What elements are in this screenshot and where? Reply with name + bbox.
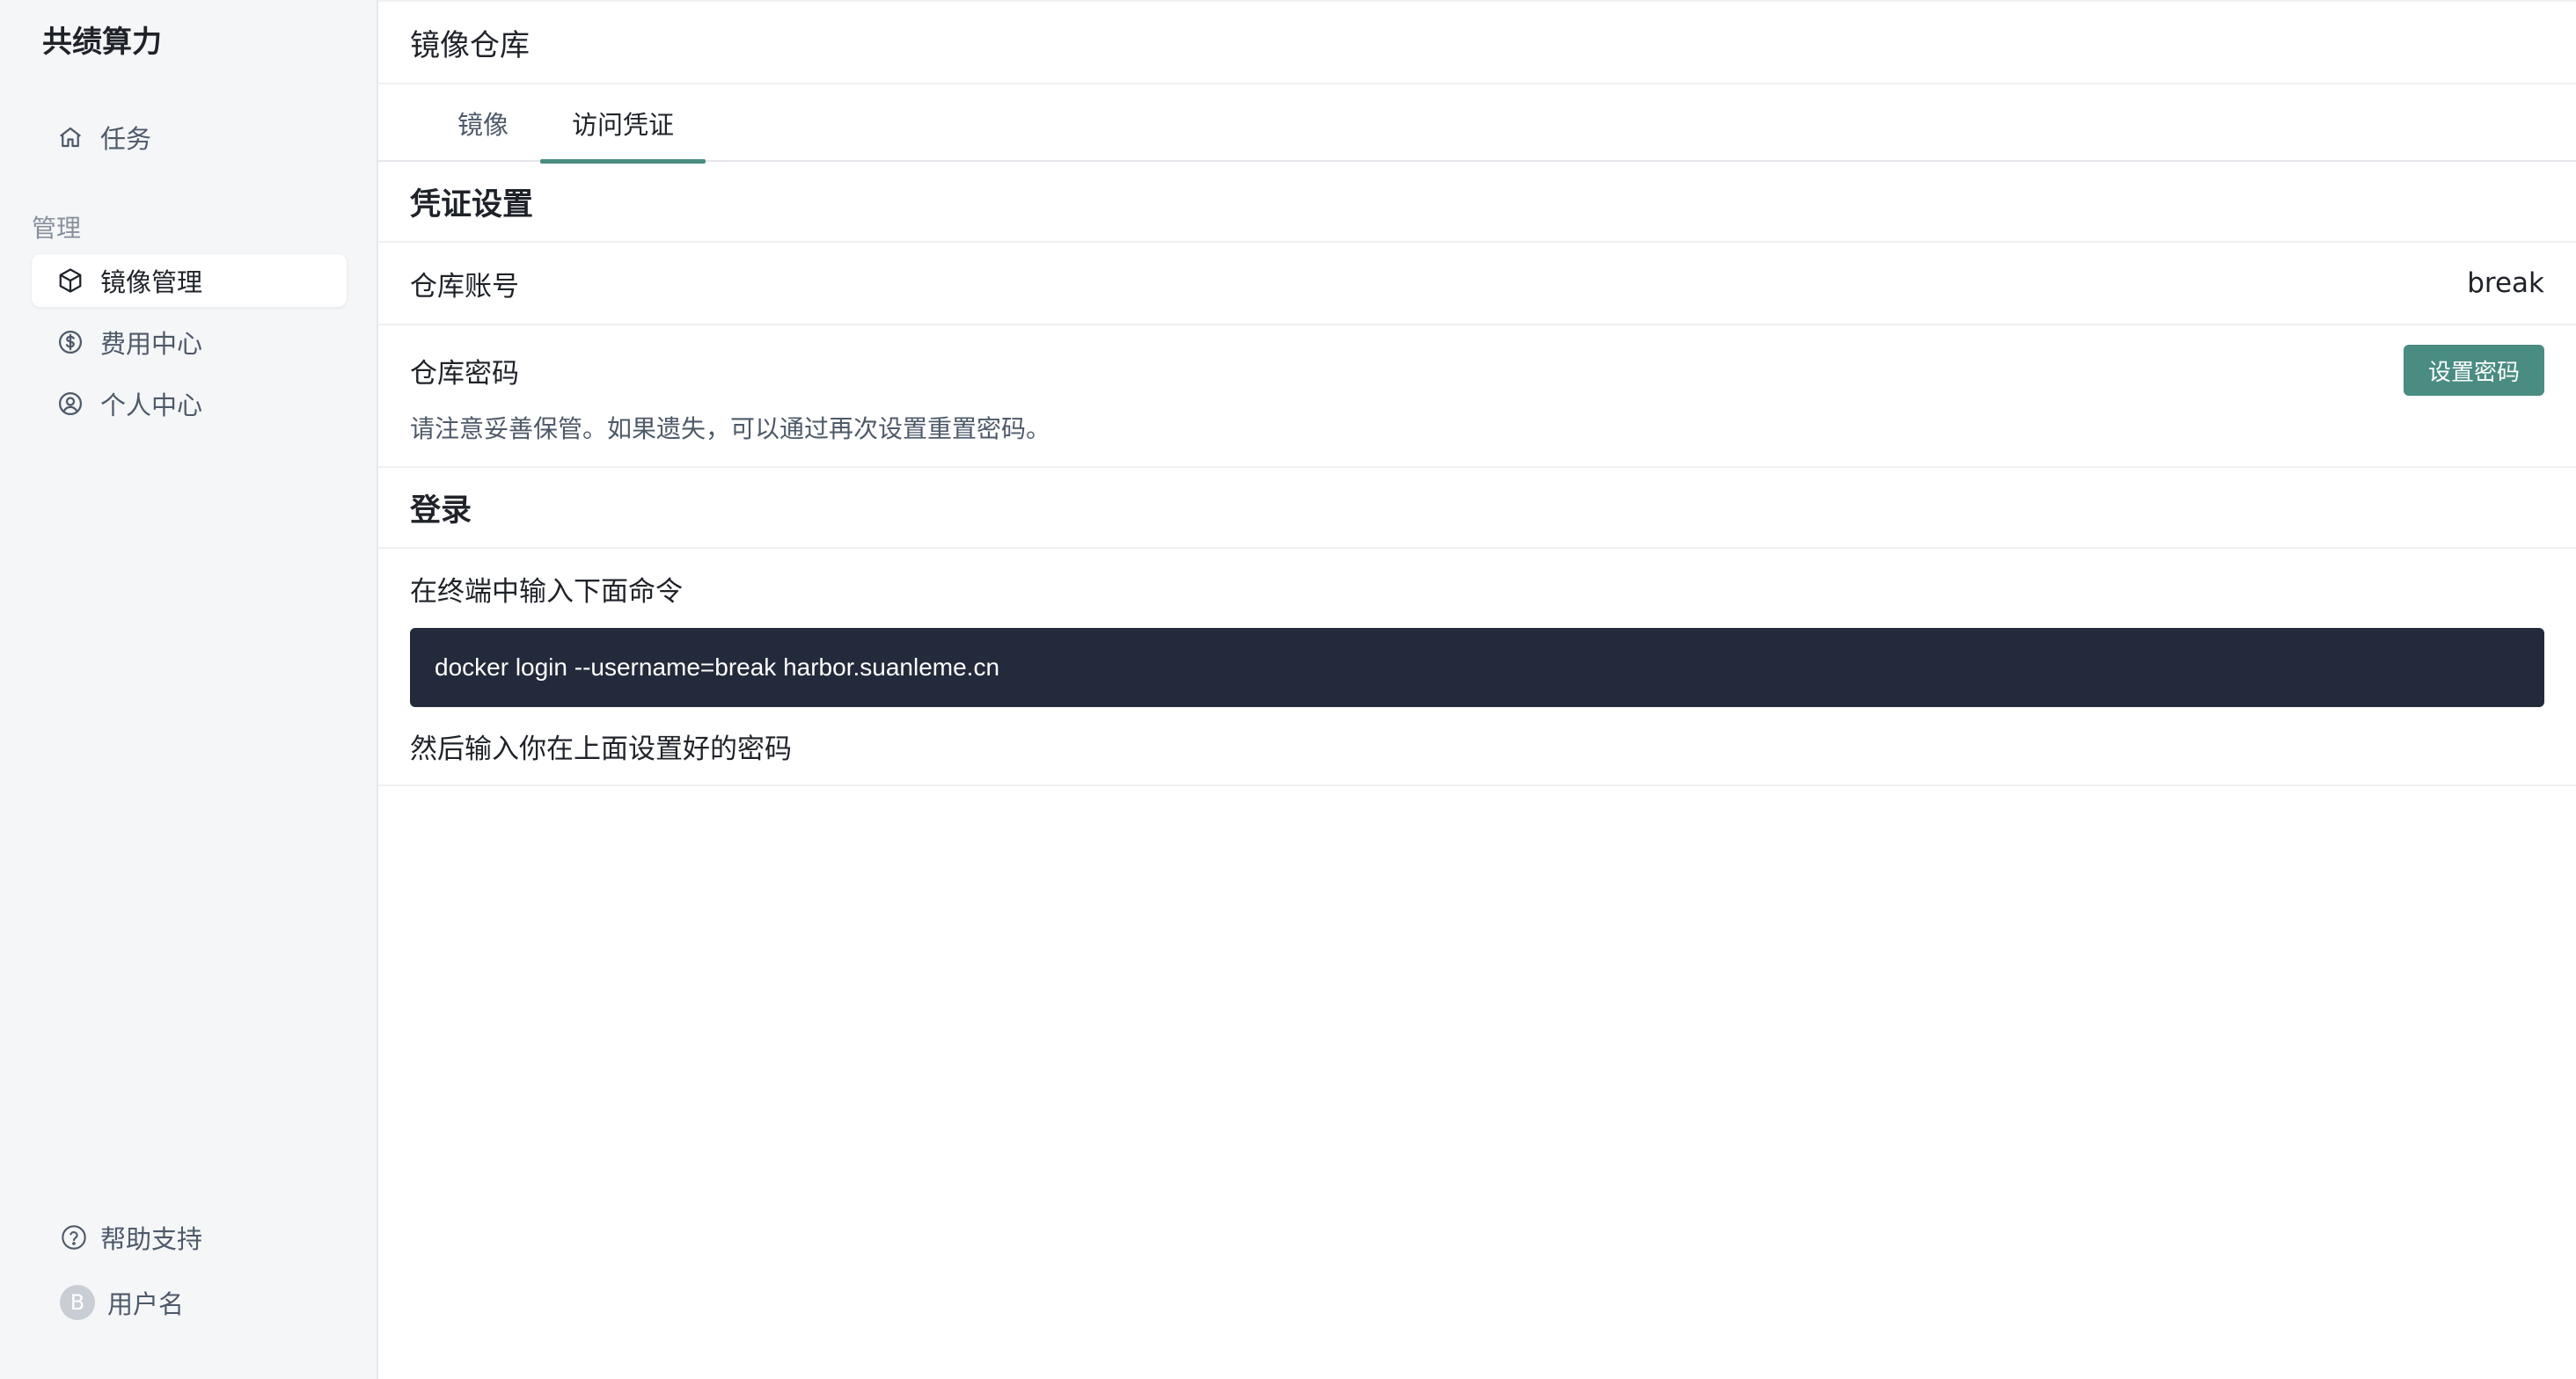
question-circle-icon	[60, 1223, 88, 1251]
dollar-icon	[56, 328, 84, 356]
sidebar-item-label: 个人中心	[100, 390, 203, 420]
sidebar: 共绩算力 任务 管理 镜像管理 费用中心 个人中心 帮助支持 B 用户名	[0, 0, 378, 1379]
main-content: 镜像仓库 镜像 访问凭证 凭证设置 仓库账号 break 仓库密码 设置密码 请…	[378, 0, 2576, 1379]
account-value: break	[2467, 267, 2544, 299]
login-section-title: 登录	[378, 468, 2576, 549]
sidebar-item-label: 任务	[100, 124, 152, 154]
sidebar-item-tasks[interactable]: 任务	[32, 111, 347, 164]
password-label: 仓库密码	[410, 357, 519, 390]
login-after-text: 然后输入你在上面设置好的密码	[410, 733, 792, 765]
sidebar-section-label: 管理	[32, 214, 82, 243]
password-row: 仓库密码 设置密码 请注意妥善保管。如果遗失，可以通过再次设置重置密码。	[378, 325, 2576, 468]
credentials-section-title: 凭证设置	[378, 162, 2576, 243]
app: 共绩算力 任务 管理 镜像管理 费用中心 个人中心 帮助支持 B 用户名 镜像仓…	[0, 0, 2576, 1379]
page-header: 镜像仓库	[378, 0, 2576, 84]
tab-access-credentials[interactable]: 访问凭证	[540, 84, 706, 164]
sidebar-item-profile[interactable]: 个人中心	[32, 377, 347, 430]
account-row: 仓库账号 break	[378, 243, 2576, 325]
login-command: docker login --username=break harbor.sua…	[435, 653, 1000, 681]
sidebar-item-label: 镜像管理	[100, 267, 203, 297]
page-title: 镜像仓库	[410, 27, 530, 63]
tab-bar: 镜像 访问凭证	[378, 84, 2576, 164]
login-command-box[interactable]: docker login --username=break harbor.sua…	[410, 628, 2544, 707]
home-icon	[56, 123, 84, 151]
username-label: 用户名	[107, 1289, 185, 1319]
avatar: B	[60, 1285, 95, 1320]
tab-images[interactable]: 镜像	[426, 84, 540, 162]
user-menu[interactable]: B 用户名	[60, 1284, 184, 1321]
login-block: 在终端中输入下面命令 docker login --username=break…	[378, 549, 2576, 786]
help-support-link[interactable]: 帮助支持	[60, 1219, 202, 1256]
sidebar-item-billing[interactable]: 费用中心	[32, 316, 347, 368]
brand-title: 共绩算力	[42, 25, 162, 60]
user-circle-icon	[56, 390, 84, 418]
box-icon	[56, 266, 84, 295]
password-row-top: 仓库密码 设置密码	[410, 345, 2544, 396]
help-support-label: 帮助支持	[100, 1224, 203, 1254]
sidebar-item-image-management[interactable]: 镜像管理	[32, 254, 347, 307]
password-hint: 请注意妥善保管。如果遗失，可以通过再次设置重置密码。	[410, 414, 1051, 443]
sidebar-item-label: 费用中心	[100, 329, 203, 359]
account-label: 仓库账号	[410, 270, 519, 303]
set-password-button[interactable]: 设置密码	[2403, 345, 2544, 396]
login-instruction: 在终端中输入下面命令	[410, 575, 683, 608]
